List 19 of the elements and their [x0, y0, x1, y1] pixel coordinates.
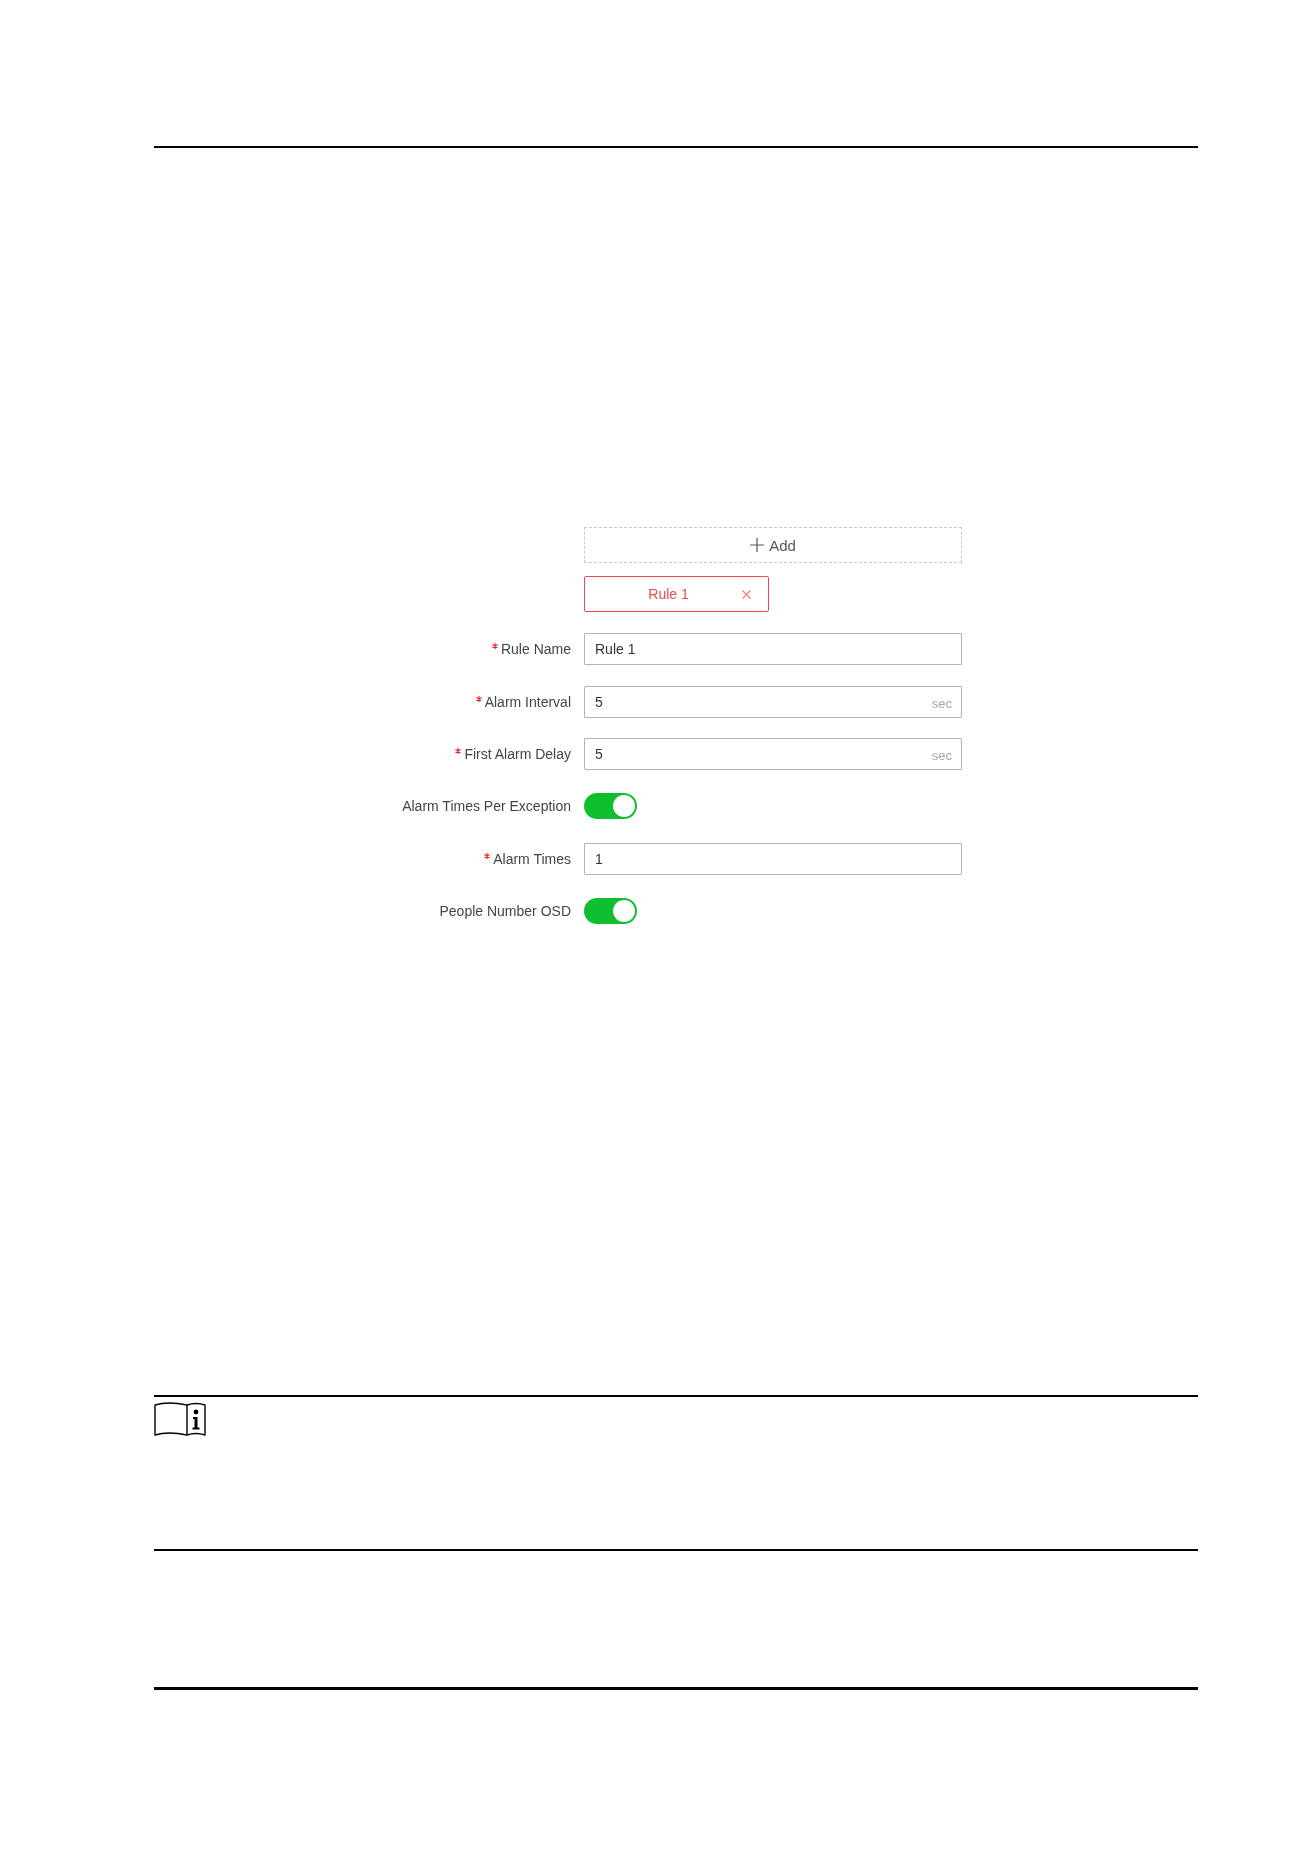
input-field[interactable]: Rule 1 [584, 633, 962, 666]
rule-tab[interactable]: Rule 1 [584, 576, 769, 612]
toggle-switch[interactable] [584, 898, 637, 925]
input-field[interactable]: 5 sec [584, 685, 962, 718]
field-label: Alarm Times Per Exception [402, 798, 571, 815]
field-label: First Alarm Delay [464, 745, 571, 762]
close-icon[interactable] [742, 589, 751, 599]
field-label: Alarm Interval [484, 693, 571, 710]
book-info-icon [154, 1401, 206, 1439]
input-field[interactable]: 5 sec [584, 737, 962, 770]
input-field[interactable]: 1 [584, 842, 962, 875]
unit-label: sec [931, 747, 952, 763]
plus-icon [750, 538, 765, 552]
unit-label: sec [931, 695, 952, 711]
field-label: Rule Name [500, 641, 571, 658]
add-button[interactable]: Add [584, 527, 962, 563]
toggle-switch[interactable] [584, 793, 637, 820]
field-label: People Number OSD [439, 903, 571, 920]
field-label: Alarm Times [493, 850, 571, 867]
